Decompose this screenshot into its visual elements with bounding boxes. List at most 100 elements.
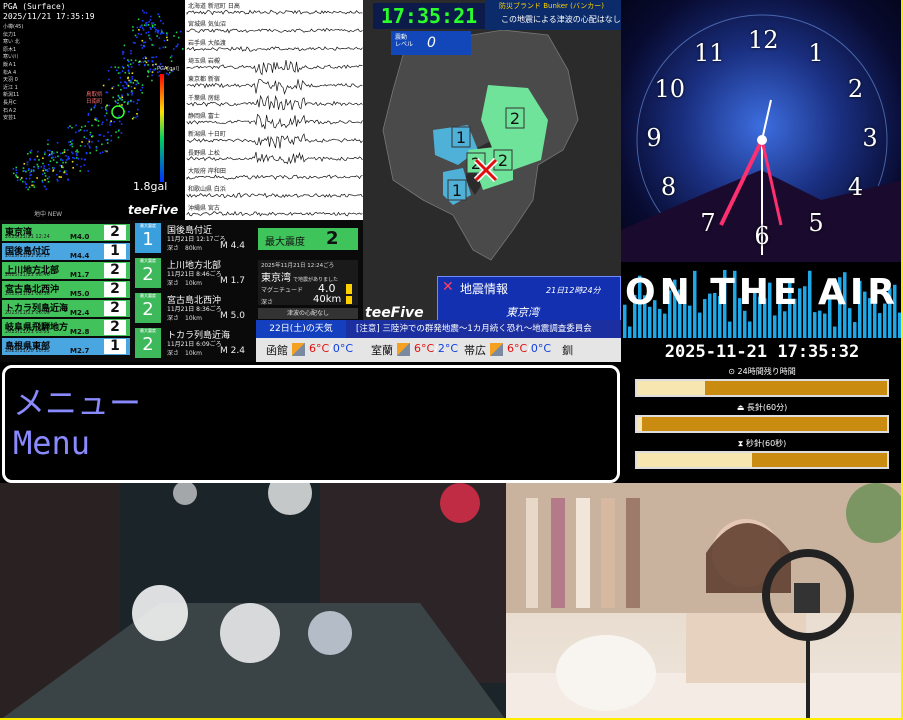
pga-station-dot bbox=[145, 61, 148, 64]
pga-station-dot bbox=[160, 19, 162, 22]
pga-station-dot bbox=[162, 46, 165, 49]
quake-magnitude: M4.4 bbox=[70, 252, 90, 260]
pga-station-dot bbox=[62, 161, 64, 164]
pga-station-dot bbox=[124, 81, 126, 83]
pga-station-dot bbox=[136, 80, 138, 82]
sponsor-text: 防災ブランド Bunker (バンカー) bbox=[499, 2, 604, 10]
seismograph-trace bbox=[186, 28, 363, 34]
equalizer-bar bbox=[853, 322, 857, 338]
pga-station-dot bbox=[86, 129, 88, 132]
pga-station-dot bbox=[91, 124, 93, 127]
pga-station-dot bbox=[179, 30, 182, 33]
pga-station-dot bbox=[55, 173, 58, 176]
pga-station-dot bbox=[19, 178, 22, 181]
clock-number: 10 bbox=[654, 75, 686, 103]
pga-station-dot bbox=[145, 32, 148, 34]
studio-camera-feed bbox=[506, 483, 903, 720]
pga-station-dot bbox=[166, 39, 169, 41]
pga-station-dot bbox=[134, 34, 137, 37]
clock-number: 6 bbox=[754, 222, 770, 250]
pga-station-dot bbox=[119, 72, 121, 74]
menu-box[interactable]: メニュー Menu bbox=[2, 365, 620, 483]
weather-icon bbox=[397, 343, 410, 356]
pga-station-dot bbox=[141, 47, 144, 49]
clock-number: 5 bbox=[808, 208, 824, 237]
pga-station-dot bbox=[101, 123, 103, 126]
depth-value: 40km bbox=[313, 294, 342, 305]
intensity-marker-value: 1 bbox=[456, 128, 466, 147]
intensity-marker-value: 2 bbox=[510, 109, 520, 128]
pga-station-dot bbox=[102, 121, 104, 124]
quake-list-row[interactable]: 上川地方北部 2025/11/21 08:46 M1.7 2 bbox=[2, 262, 130, 279]
quake-list-row[interactable]: 国後島付近 2025/11/21 12:17 M4.4 1 bbox=[2, 243, 130, 260]
pga-station-dot bbox=[97, 140, 100, 142]
quake-magnitude: M5.0 bbox=[70, 290, 90, 298]
depth-indicator bbox=[346, 296, 352, 304]
pga-station-dot bbox=[126, 92, 129, 95]
pga-station-dot bbox=[87, 170, 89, 172]
pga-station-dot bbox=[76, 154, 78, 157]
quake-detail-row[interactable]: 最大震度 2 トカラ列島近海 11月21日 6:09ごろ 深さ 10km M 2.4 bbox=[132, 327, 256, 360]
quake-list-row[interactable]: 島根県東部 2025/11/20 10:35 M2.7 1 bbox=[2, 338, 130, 355]
pga-station-dot bbox=[148, 37, 151, 40]
equalizer-bar bbox=[663, 313, 667, 338]
quake-list-row[interactable]: 宮古島北西沖 2025/11/21 08:36 M5.0 2 bbox=[2, 281, 130, 298]
pga-station-dot bbox=[117, 102, 119, 105]
seismograph-station-label: 北海道 新冠町 日高 bbox=[188, 3, 240, 10]
pga-station-dot bbox=[79, 129, 82, 131]
pga-station-dot bbox=[147, 31, 150, 33]
pga-station-dot bbox=[93, 106, 96, 108]
pga-station-dot bbox=[145, 21, 148, 24]
pga-station-dot bbox=[68, 157, 70, 160]
pga-station-dot bbox=[63, 151, 66, 153]
progress-label: ⏏ 長針(60分) bbox=[736, 403, 788, 412]
pga-station-dot bbox=[75, 131, 77, 134]
pga-station-dot bbox=[141, 20, 144, 22]
pga-station-dot bbox=[137, 18, 140, 21]
detail-magnitude: M 4.4 bbox=[220, 241, 245, 251]
pga-station-dot bbox=[158, 15, 161, 18]
pga-station-dot bbox=[85, 137, 88, 140]
quake-detail-row[interactable]: 最大震度 2 宮古島北西沖 11月21日 8:36ごろ 深さ 10km M 5.0 bbox=[132, 292, 256, 325]
pga-station-dot bbox=[56, 151, 58, 154]
detail-date: 11月21日 6:09ごろ bbox=[167, 341, 222, 348]
quake-detail-row[interactable]: 最大震度 1 国後島付近 11月21日 12:17ごろ 深さ 80km M 4.4 bbox=[132, 222, 256, 255]
temp-high: 6°C bbox=[414, 342, 435, 355]
pga-station-dot bbox=[159, 33, 162, 35]
menu-label-en[interactable]: Menu bbox=[13, 424, 90, 462]
pga-station-dot bbox=[22, 180, 24, 183]
pga-station-dot bbox=[114, 66, 117, 68]
quake-list-row[interactable]: トカラ列島近海 2025/11/21 06:09 M2.4 2 bbox=[2, 300, 130, 317]
menu-label-ja[interactable]: メニュー bbox=[13, 378, 141, 424]
pga-station-dot bbox=[128, 60, 130, 63]
quake-date: 2025/11/21 08:36 bbox=[5, 291, 50, 297]
quake-detail-row[interactable]: 最大震度 2 上川地方北部 11月21日 8:46ごろ 深さ 10km M 1.7 bbox=[132, 257, 256, 290]
detail-date: 11月21日 12:17ごろ bbox=[167, 236, 226, 243]
pga-station-dot bbox=[127, 100, 130, 103]
eq-info-title: 地震情報 bbox=[460, 282, 509, 296]
pga-station-dot bbox=[15, 171, 18, 174]
pga-station-dot bbox=[151, 24, 154, 27]
pga-station-dot bbox=[151, 74, 153, 77]
pga-station-dot bbox=[119, 76, 122, 79]
phone-on-stand bbox=[794, 583, 820, 613]
clock-number: 9 bbox=[646, 124, 662, 152]
pga-station-dot bbox=[66, 149, 69, 151]
quake-list-row[interactable]: 東京湾 2025/11/21 12:24 M4.0 2 bbox=[2, 224, 130, 241]
pga-station-dot bbox=[140, 44, 143, 46]
pga-station-dot bbox=[110, 134, 112, 137]
detail-intensity-box: 最大震度 2 bbox=[135, 328, 161, 358]
pga-station-dot bbox=[165, 72, 168, 75]
weather-city: 室蘭 bbox=[371, 344, 393, 357]
pga-station-dot bbox=[60, 152, 62, 155]
host-sweater bbox=[686, 613, 806, 683]
weather-city: 釧 bbox=[562, 344, 573, 357]
tsunami-text: この地震による津波の心配はなし bbox=[501, 15, 621, 24]
pga-station-dot bbox=[137, 33, 140, 35]
pga-station-dot bbox=[140, 89, 142, 91]
garment bbox=[626, 498, 640, 608]
pga-station-dot bbox=[36, 163, 39, 166]
quake-list-row[interactable]: 岐阜県飛騨地方 2025/11/21 03:51 M2.8 2 bbox=[2, 319, 130, 336]
seismograph-station-label: 和歌山県 白浜 bbox=[188, 186, 226, 194]
pga-station-dot bbox=[58, 176, 61, 178]
